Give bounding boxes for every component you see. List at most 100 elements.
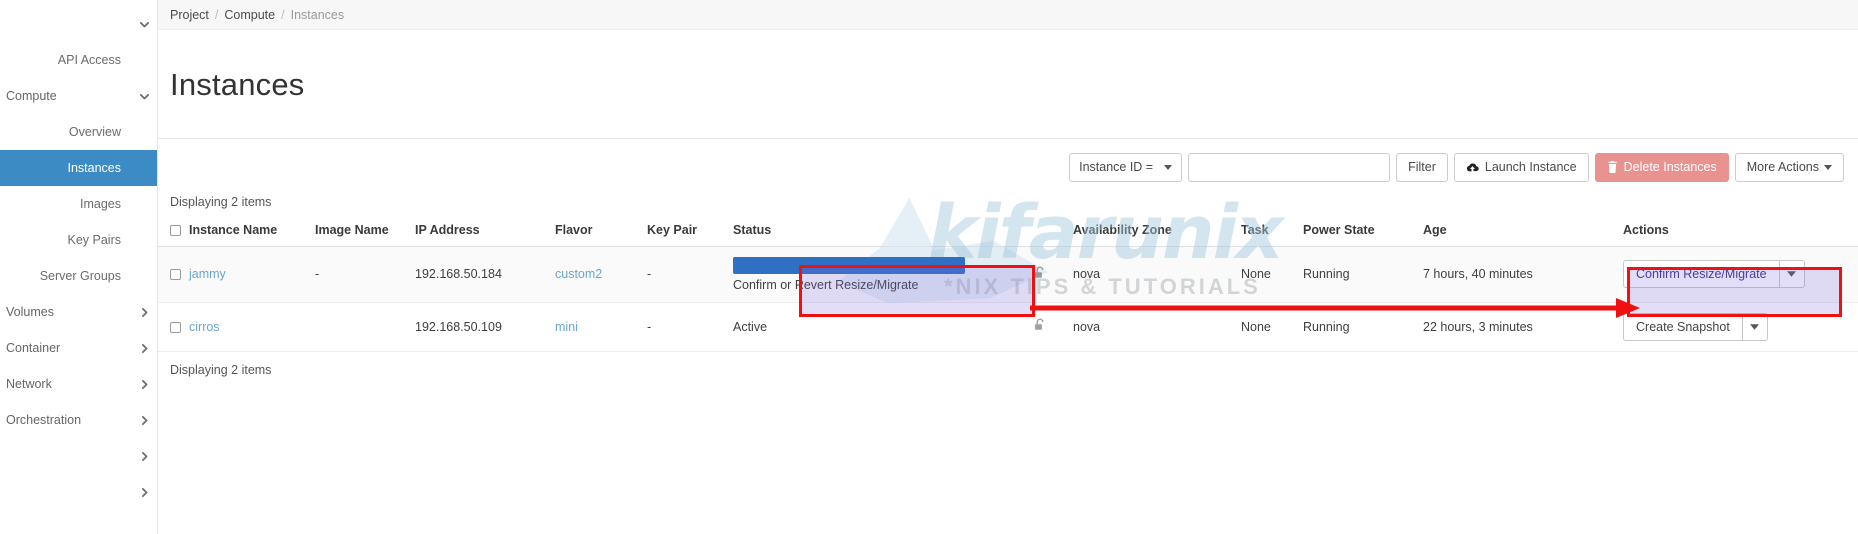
status-cell-content: Confirm or Revert Resize/Migrate <box>733 256 1025 292</box>
displaying-count-top: Displaying 2 items <box>170 194 272 209</box>
cell-image-name: - <box>311 246 411 303</box>
cell-age: 22 hours, 3 minutes <box>1419 302 1619 352</box>
sidebar-item-images-label: Images <box>80 197 121 211</box>
column-header-ip-address[interactable]: IP Address <box>411 216 551 247</box>
sidebar-group-volumes-label: Volumes <box>6 305 54 319</box>
flavor-link[interactable]: custom2 <box>555 267 602 281</box>
row-primary-action-button[interactable]: Confirm Resize/Migrate <box>1623 260 1779 289</box>
select-all-header <box>158 216 185 247</box>
status-text: Active <box>733 319 768 334</box>
cell-status: Confirm or Revert Resize/Migrate <box>729 246 1029 303</box>
filter-field-select[interactable]: Instance ID = <box>1069 152 1183 182</box>
sidebar-group-network[interactable]: Network <box>0 366 157 402</box>
sidebar-item-server-groups[interactable]: Server Groups <box>0 258 157 294</box>
row-action-split-button: Create Snapshot <box>1623 312 1768 341</box>
cell-status: Active <box>729 302 1029 352</box>
sidebar: API Access Compute Overview Instances Images… <box>0 0 158 534</box>
cell-ip-address: 192.168.50.184 <box>411 246 551 303</box>
breadcrumb-item-instances: Instances <box>290 7 345 22</box>
row-select-cell <box>158 246 185 303</box>
table-row[interactable]: cirros 192.168.50.109 mini - Active nova None R… <box>158 302 1858 352</box>
breadcrumb-separator: / <box>281 7 285 22</box>
cell-flavor: custom2 <box>551 246 643 303</box>
breadcrumb-item-compute[interactable]: Compute <box>224 8 275 22</box>
cell-key-pair: - <box>643 246 729 303</box>
row-actions-dropdown-toggle[interactable] <box>1741 312 1768 341</box>
launch-instance-label: Launch Instance <box>1484 160 1577 175</box>
cell-instance-name: jammy <box>185 246 311 303</box>
sidebar-group-unlabeled-1[interactable] <box>0 438 157 474</box>
launch-instance-button[interactable]: Launch Instance <box>1453 152 1589 182</box>
column-header-flavor[interactable]: Flavor <box>551 216 643 247</box>
row-checkbox[interactable] <box>170 321 181 333</box>
cell-flavor: mini <box>551 302 643 352</box>
more-actions-button[interactable]: More Actions <box>1734 152 1844 182</box>
filter-search-input[interactable] <box>1188 152 1391 182</box>
column-header-task[interactable]: Task <box>1237 216 1299 247</box>
status-selection-highlight <box>733 256 965 274</box>
column-header-actions: Actions <box>1619 216 1858 247</box>
sidebar-group-container[interactable]: Container <box>0 330 157 366</box>
chevron-right-icon <box>131 306 157 319</box>
breadcrumb-separator: / <box>214 7 219 22</box>
row-select-cell <box>158 302 185 352</box>
cell-task: None <box>1237 246 1299 303</box>
column-header-image-name[interactable]: Image Name <box>311 216 411 247</box>
sidebar-item-overview[interactable]: Overview <box>0 114 157 150</box>
flavor-link[interactable]: mini <box>555 320 578 334</box>
sidebar-item-images[interactable]: Images <box>0 186 157 222</box>
more-actions-label: More Actions <box>1746 160 1819 175</box>
row-primary-action-button[interactable]: Create Snapshot <box>1623 312 1742 341</box>
cell-actions: Create Snapshot <box>1619 302 1858 352</box>
sidebar-group-network-label: Network <box>6 377 52 391</box>
chevron-down-icon <box>131 18 157 31</box>
column-header-status[interactable]: Status <box>729 216 1029 247</box>
trash-icon <box>1607 161 1618 174</box>
instances-table-head: Instance Name Image Name IP Address Flav… <box>158 216 1858 247</box>
chevron-right-icon <box>131 486 157 499</box>
sidebar-group-compute[interactable]: Compute <box>0 78 157 114</box>
row-actions-dropdown-toggle[interactable] <box>1778 260 1805 289</box>
chevron-down-icon <box>131 90 157 103</box>
sidebar-group-orchestration[interactable]: Orchestration <box>0 402 157 438</box>
page-title: Instances <box>170 66 305 102</box>
breadcrumb: Project / Compute / Instances <box>158 0 1858 30</box>
column-header-key-pair[interactable]: Key Pair <box>643 216 729 247</box>
instance-name-link[interactable]: jammy <box>189 267 226 281</box>
cell-instance-name: cirros <box>185 302 311 352</box>
cell-lock-state <box>1029 302 1069 352</box>
sidebar-group-unlabeled-2[interactable] <box>0 474 157 510</box>
column-header-power-state[interactable]: Power State <box>1299 216 1419 247</box>
breadcrumb-item-project[interactable]: Project <box>170 8 209 22</box>
column-header-lock <box>1029 216 1069 247</box>
delete-instances-button[interactable]: Delete Instances <box>1594 152 1729 182</box>
column-header-age[interactable]: Age <box>1419 216 1619 247</box>
sidebar-group-compute-label: Compute <box>6 89 57 103</box>
cell-key-pair: - <box>643 302 729 352</box>
row-checkbox[interactable] <box>170 269 181 281</box>
instances-page: API Access Compute Overview Instances Images… <box>0 0 1858 534</box>
select-all-checkbox[interactable] <box>170 224 181 236</box>
status-text: Confirm or Revert Resize/Migrate <box>733 277 919 292</box>
sidebar-item-api-access[interactable]: API Access <box>0 42 157 78</box>
instance-name-link[interactable]: cirros <box>189 320 220 334</box>
cell-ip-address: 192.168.50.109 <box>411 302 551 352</box>
sidebar-item-instances[interactable]: Instances <box>0 150 157 186</box>
cell-image-name <box>311 302 411 352</box>
unlocked-padlock-icon <box>1034 318 1044 330</box>
sidebar-toggle-top[interactable] <box>0 6 157 42</box>
sidebar-item-key-pairs[interactable]: Key Pairs <box>0 222 157 258</box>
table-toolbar: Instance ID = Filter Launch Instance Del… <box>158 139 1858 182</box>
sidebar-item-overview-label: Overview <box>68 125 121 139</box>
instances-table-body: jammy -192.168.50.184 custom2- Confirm or R… <box>158 246 1858 352</box>
filter-button[interactable]: Filter <box>1396 152 1448 182</box>
sidebar-group-volumes[interactable]: Volumes <box>0 294 157 330</box>
column-header-instance-name[interactable]: Instance Name <box>185 216 311 247</box>
sidebar-group-orchestration-label: Orchestration <box>6 413 82 427</box>
cell-lock-state <box>1029 246 1069 303</box>
sidebar-group-container-label: Container <box>6 341 61 355</box>
table-row[interactable]: jammy -192.168.50.184 custom2- Confirm or R… <box>158 246 1858 303</box>
instances-table: Instance Name Image Name IP Address Flav… <box>158 216 1858 352</box>
column-header-availability-zone[interactable]: Availability Zone <box>1069 216 1237 247</box>
sidebar-item-key-pairs-label: Key Pairs <box>67 233 122 247</box>
